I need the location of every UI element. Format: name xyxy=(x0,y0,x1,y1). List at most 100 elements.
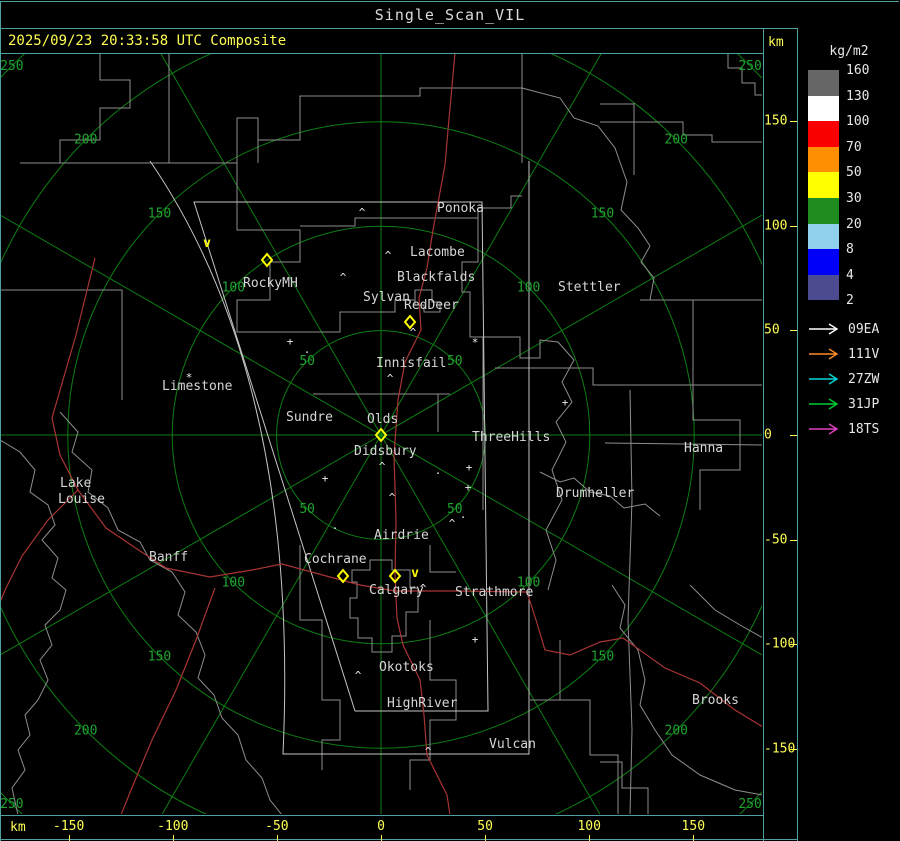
city-label: HighRiver xyxy=(387,696,458,711)
town-marker: . xyxy=(460,508,467,521)
bottom-axis-tick xyxy=(693,835,695,841)
bottom-axis-tick-label: 0 xyxy=(377,819,385,834)
town-marker: ^ xyxy=(385,249,392,262)
city-label: Olds xyxy=(367,412,398,427)
map-layers: 50 5050 50100 100100 100150 150150 150200 20020… xyxy=(0,54,762,814)
legend-color-swatch xyxy=(808,274,839,301)
legend-color-swatch xyxy=(808,172,839,198)
track-arrow-icon xyxy=(809,398,839,410)
track-id-label: 27ZW xyxy=(848,371,880,387)
scan-timestamp: 2025/09/23 20:33:58 UTC Composite xyxy=(8,33,287,49)
city-label: Cochrane xyxy=(304,552,367,567)
ring-distance-label: 50 xyxy=(447,354,463,369)
track-id-label: 18TS xyxy=(848,421,880,437)
border-map-bottom xyxy=(0,815,763,816)
county-boundary xyxy=(300,195,522,227)
legend-color-swatch xyxy=(808,223,839,250)
legend-scale-value: 50 xyxy=(846,165,862,181)
city-label: Didsbury xyxy=(354,444,417,459)
bottom-axis-unit: km xyxy=(10,820,26,835)
town-marker: ^ xyxy=(449,517,456,530)
ring-distance-label: 150 xyxy=(591,207,614,222)
county-boundary xyxy=(530,640,619,814)
track-arrow-icon xyxy=(809,423,839,435)
city-label: Innisfail xyxy=(376,356,446,371)
bottom-axis-tick-label: -100 xyxy=(157,819,189,834)
city-label: ThreeHills xyxy=(472,430,550,445)
legend-color-swatch xyxy=(808,121,839,147)
ring-distance-label: 100 xyxy=(222,576,245,591)
bottom-axis-tick-label: 50 xyxy=(477,819,493,834)
right-axis-tick-label: 100 xyxy=(764,218,788,234)
border-left xyxy=(0,28,1,841)
storm-track-legend-row: 09EA xyxy=(808,321,880,337)
right-axis-tick-label: -50 xyxy=(764,532,788,548)
right-axis-tick-label: 0 xyxy=(764,427,772,443)
border-bottom xyxy=(0,839,798,840)
radar-viewer-window: { "window": { "title": "Single_Scan_VIL"… xyxy=(0,0,900,841)
legend-panel: kg/m2 160 130 100 70 50 30 20 8 4 2 09EA 111V 27ZW 3… xyxy=(798,28,900,841)
window-title-bar: Single_Scan_VIL xyxy=(0,1,899,29)
city-label: Strathmore xyxy=(455,585,533,600)
town-marker: ^ xyxy=(355,669,362,682)
track-arrow-icon xyxy=(809,373,839,385)
city-label: RedDeer xyxy=(404,298,459,313)
bottom-axis-tick-label: -50 xyxy=(265,819,289,834)
city-label: Lacombe xyxy=(410,245,465,260)
velocity-v-marker: v xyxy=(203,236,211,251)
ring-distance-label: 150 xyxy=(148,207,171,222)
ring-distance-label: 250 xyxy=(0,59,23,74)
town-marker: + xyxy=(322,472,329,485)
right-axis-tick xyxy=(790,748,797,750)
ring-distance-label: 150 xyxy=(591,649,614,664)
town-marker: . xyxy=(304,343,311,356)
city-label: Louise xyxy=(58,492,105,507)
bottom-axis-tick-label: -150 xyxy=(53,819,85,834)
city-label: Sundre xyxy=(286,410,333,425)
city-label: Blackfalds xyxy=(397,270,475,285)
legend-color-swatch xyxy=(808,95,839,122)
legend-scale-value: 20 xyxy=(846,216,862,232)
storm-track-legend-row: 31JP xyxy=(808,396,880,412)
county-boundary xyxy=(59,411,282,814)
county-boundary xyxy=(169,54,523,164)
bottom-axis-tick xyxy=(172,835,174,841)
track-id-label: 111V xyxy=(848,346,880,362)
legend-scale-value: 70 xyxy=(846,139,862,155)
city-label: Stettler xyxy=(558,280,621,295)
right-axis-unit: km xyxy=(768,35,784,50)
radar-map-canvas[interactable]: 50 5050 50100 100100 100150 150150 150200 20020… xyxy=(0,53,763,815)
legend-color-swatch xyxy=(808,249,839,275)
right-axis-tick xyxy=(790,225,797,227)
legend-color-swatch xyxy=(808,70,839,96)
town-marker: ^ xyxy=(379,460,386,473)
ring-distance-label: 200 xyxy=(74,723,97,738)
track-id-label: 31JP xyxy=(848,396,880,412)
city-label: Ponoka xyxy=(437,201,484,216)
ring-distance-label: 250 xyxy=(738,59,761,74)
city-label: Limestone xyxy=(162,379,233,394)
legend-scale-value: 4 xyxy=(846,267,854,283)
bottom-axis-tick-label: 100 xyxy=(577,819,601,834)
right-axis-tick xyxy=(790,539,797,541)
bottom-axis-tick xyxy=(381,835,382,841)
city-label: Banff xyxy=(149,550,188,565)
county-boundary xyxy=(495,299,762,386)
border-map-top xyxy=(0,53,763,54)
town-marker: ^ xyxy=(425,745,432,758)
town-marker: . xyxy=(435,464,442,477)
town-marker: ^ xyxy=(420,582,427,595)
county-boundary xyxy=(1,289,123,400)
track-id-label: 09EA xyxy=(848,321,880,337)
right-axis-tick xyxy=(790,121,797,123)
legend-color-swatch xyxy=(808,146,839,173)
bottom-axis-tick xyxy=(485,835,487,841)
track-arrow-icon xyxy=(809,323,839,335)
town-marker: ^ xyxy=(359,206,366,219)
window-title: Single_Scan_VIL xyxy=(374,6,526,24)
ring-distance-label: 50 xyxy=(299,354,315,369)
city-label: Airdrie xyxy=(374,528,429,543)
ring-distance-label: 200 xyxy=(665,723,688,738)
ring-distance-label: 150 xyxy=(148,649,171,664)
legend-scale-value: 160 xyxy=(846,63,870,78)
